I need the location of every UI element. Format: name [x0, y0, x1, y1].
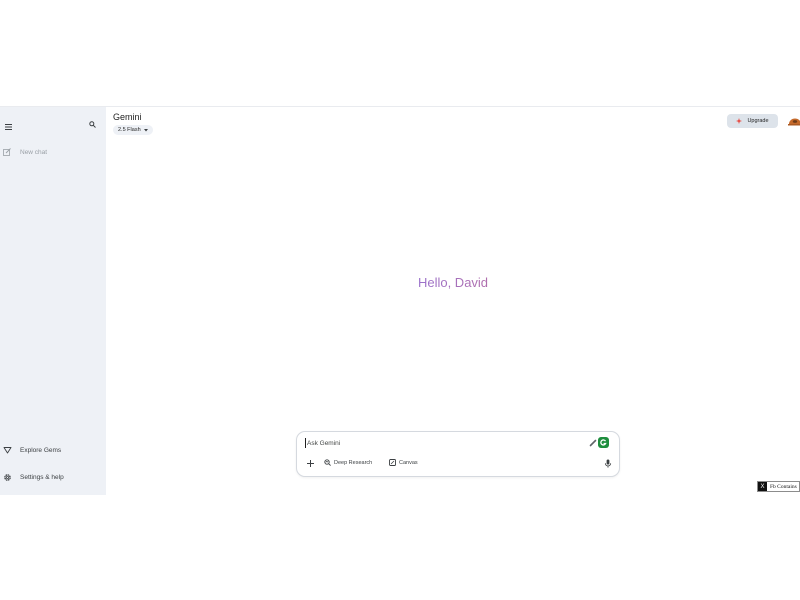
gem-icon: [2, 445, 12, 455]
canvas-button[interactable]: Canvas: [389, 459, 418, 466]
add-attachment-button[interactable]: [305, 458, 315, 468]
deep-research-label: Deep Research: [334, 459, 373, 466]
settings-help-button[interactable]: Settings & help: [2, 469, 64, 485]
plus-icon: [306, 459, 314, 467]
canvas-label: Canvas: [399, 459, 418, 466]
model-selector[interactable]: 2.5 Flash: [113, 125, 153, 135]
extension-pen-icon[interactable]: [589, 439, 597, 447]
prompt-composer: Deep Research Canvas: [296, 431, 620, 477]
canvas-icon: [389, 459, 396, 466]
popup-close-button[interactable]: X: [758, 482, 767, 491]
explore-gems-button[interactable]: Explore Gems: [2, 442, 61, 458]
sparkle-icon: [736, 118, 743, 124]
upgrade-label: Upgrade: [747, 118, 769, 124]
hamburger-icon: [4, 124, 12, 130]
grammarly-icon: [600, 439, 607, 446]
upgrade-button[interactable]: Upgrade: [727, 114, 778, 128]
prompt-input[interactable]: [305, 438, 575, 448]
main-panel: Gemini 2.5 Flash Upgrade Hello, David As…: [106, 107, 800, 495]
avatar[interactable]: [788, 115, 800, 129]
gemini-app: New chat Explore Gems Settings & help Ge…: [0, 106, 800, 495]
greeting-heading: Hello, David: [106, 275, 800, 290]
settings-help-label: Settings & help: [20, 473, 64, 481]
new-chat-label: New chat: [20, 148, 48, 156]
edit-square-icon: [2, 147, 12, 157]
extension-badge[interactable]: [598, 437, 609, 448]
menu-button[interactable]: [0, 119, 16, 135]
deep-research-button[interactable]: Deep Research: [324, 459, 372, 466]
gear-icon: [2, 472, 12, 482]
caret-down-icon: [143, 128, 148, 131]
extension-popup: X Fb Contains: [757, 481, 800, 492]
app-title: Gemini: [113, 112, 142, 122]
explore-gems-label: Explore Gems: [20, 446, 62, 454]
popup-label: Fb Contains: [770, 483, 797, 490]
search-button[interactable]: [84, 116, 100, 132]
microphone-icon[interactable]: [604, 459, 612, 468]
new-chat-button[interactable]: New chat: [2, 144, 47, 160]
sidebar: New chat Explore Gems Settings & help: [0, 107, 106, 495]
user-avatar-icon: [788, 118, 800, 126]
model-label: 2.5 Flash: [118, 127, 141, 133]
deep-research-icon: [324, 459, 331, 466]
search-icon: [88, 120, 96, 128]
greeting-text: Hello, David: [417, 275, 489, 290]
